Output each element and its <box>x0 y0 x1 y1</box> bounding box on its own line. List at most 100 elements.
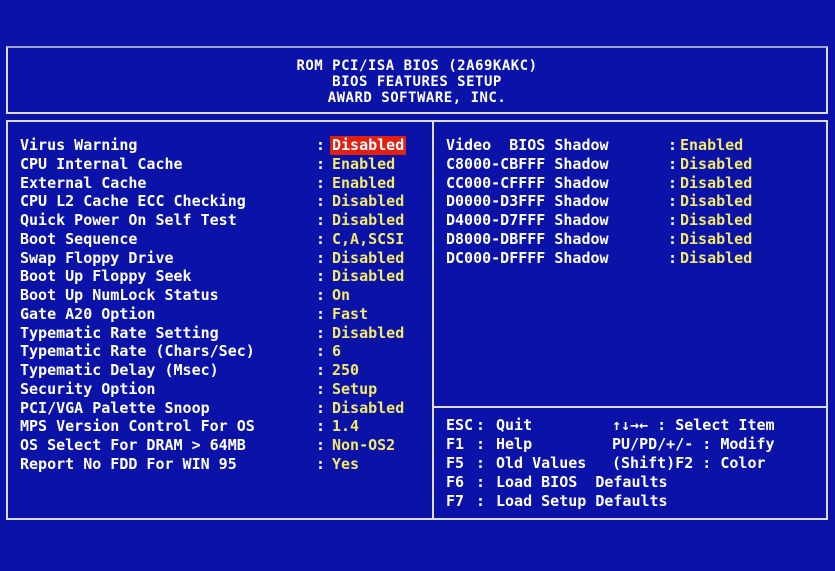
setting-label: Boot Sequence <box>20 229 138 248</box>
shadow-row[interactable]: DC000-DFFFF Shadow: Disabled <box>446 249 826 268</box>
shadow-list: Video BIOS Shadow: Enabled C8000-CBFFF Sha… <box>446 136 826 267</box>
setting-value[interactable]: Disabled <box>330 249 406 268</box>
setting-value[interactable]: Enabled <box>330 155 397 174</box>
shadow-row[interactable]: C8000-CBFFF Shadow: Disabled <box>446 155 826 174</box>
separator: : <box>316 436 326 454</box>
key-description: Quit <box>496 416 533 434</box>
setting-value[interactable]: Setup <box>330 380 379 399</box>
setting-label: Security Option <box>20 379 156 398</box>
setting-value[interactable]: Disabled <box>330 324 406 343</box>
shadow-label: D0000-D3FFF Shadow <box>446 192 609 211</box>
key-hint: PU/PD/+/- : Modify <box>612 435 775 453</box>
setting-value[interactable]: Disabled <box>330 192 406 211</box>
shadow-value[interactable]: Disabled <box>680 211 752 230</box>
setting-value[interactable]: Enabled <box>330 174 397 193</box>
setting-label: Virus Warning <box>20 136 138 154</box>
horizontal-divider <box>434 406 826 408</box>
shadow-value[interactable]: Disabled <box>680 155 752 174</box>
shadow-label: CC000-CFFFF Shadow <box>446 173 609 192</box>
setting-value[interactable]: Disabled <box>330 136 407 155</box>
separator: : <box>476 473 486 491</box>
separator: : <box>316 304 326 323</box>
key-row: F1: Help PU/PD/+/- : Modify <box>446 435 826 454</box>
separator: : <box>316 229 326 248</box>
shadow-label: D8000-DBFFF Shadow <box>446 229 609 248</box>
setting-value[interactable]: Yes <box>330 455 361 474</box>
bios-header: ROM PCI/ISA BIOS (2A69KAKC) BIOS FEATURE… <box>6 46 828 114</box>
bios-title: ROM PCI/ISA BIOS (2A69KAKC) <box>296 58 538 74</box>
key-hint: (Shift)F2 : Color <box>612 454 766 472</box>
shadow-row[interactable]: D0000-D3FFF Shadow: Disabled <box>446 192 826 211</box>
setting-label: Typematic Rate Setting <box>20 323 219 342</box>
setting-value[interactable]: On <box>330 286 352 305</box>
key-name: F6 <box>446 473 465 491</box>
key-row: F5: Old Values (Shift)F2 : Color <box>446 454 826 473</box>
key-description: Load Setup Defaults <box>496 492 668 510</box>
shadow-row[interactable]: CC000-CFFFF Shadow: Disabled <box>446 174 826 193</box>
key-description: Load BIOS Defaults <box>496 473 668 491</box>
vertical-divider <box>432 122 434 518</box>
setting-value[interactable]: Fast <box>330 305 370 324</box>
setting-label: Quick Power On Self Test <box>20 211 237 229</box>
separator: : <box>316 454 326 473</box>
separator: : <box>316 417 326 436</box>
separator: : <box>668 229 678 248</box>
setting-value[interactable]: Disabled <box>330 211 406 230</box>
setting-value[interactable]: 6 <box>330 342 343 361</box>
settings-panel: Virus Warning: Disabled CPU Internal Cache… <box>6 120 828 520</box>
key-name: F5 <box>446 454 465 472</box>
separator: : <box>668 211 678 229</box>
setting-value[interactable]: Disabled <box>330 267 406 286</box>
shadow-value[interactable]: Disabled <box>680 230 752 249</box>
separator: : <box>316 398 326 417</box>
shadow-row[interactable]: Video BIOS Shadow: Enabled <box>446 136 826 155</box>
separator: : <box>316 361 326 379</box>
separator: : <box>668 136 678 154</box>
setting-value[interactable]: 1.4 <box>330 417 361 436</box>
shadow-value[interactable]: Enabled <box>680 136 743 155</box>
shadow-row[interactable]: D4000-D7FFF Shadow: Disabled <box>446 211 826 230</box>
separator: : <box>316 173 326 192</box>
key-hint: ↑↓→← : Select Item <box>612 416 775 434</box>
shadow-value[interactable]: Disabled <box>680 174 752 193</box>
setting-value[interactable]: C,A,SCSI <box>330 230 406 249</box>
bios-screen: ROM PCI/ISA BIOS (2A69KAKC) BIOS FEATURE… <box>0 0 835 571</box>
setting-value[interactable]: Non-OS2 <box>330 436 397 455</box>
key-description: Old Values <box>496 454 587 472</box>
setting-value[interactable]: 250 <box>330 361 361 380</box>
setting-label: CPU L2 Cache ECC Checking <box>20 192 246 211</box>
shadow-value[interactable]: Disabled <box>680 249 752 268</box>
setting-label: Boot Up NumLock Status <box>20 286 219 304</box>
setting-label: Gate A20 Option <box>20 304 156 323</box>
shadow-value[interactable]: Disabled <box>680 192 752 211</box>
shadow-label: D4000-D7FFF Shadow <box>446 211 609 229</box>
setting-label: Swap Floppy Drive <box>20 248 174 267</box>
separator: : <box>668 154 678 173</box>
key-row: F6: Load BIOS Defaults <box>446 473 826 492</box>
separator: : <box>316 211 326 229</box>
setting-label: Typematic Delay (Msec) <box>20 361 219 379</box>
separator: : <box>476 492 486 510</box>
page-title: BIOS FEATURES SETUP <box>332 74 502 90</box>
separator: : <box>316 286 326 304</box>
separator: : <box>668 248 678 267</box>
vendor-name: AWARD SOFTWARE, INC. <box>327 90 507 106</box>
key-row: ESC: Quit ↑↓→← : Select Item <box>446 416 826 435</box>
separator: : <box>316 248 326 267</box>
separator: : <box>476 454 486 472</box>
key-description: Help <box>496 435 533 453</box>
key-name: ESC <box>446 416 474 434</box>
key-row: F7: Load Setup Defaults <box>446 492 826 511</box>
key-help: ESC: Quit ↑↓→← : Select Item F1: Help PU/PD/+… <box>446 416 826 511</box>
separator: : <box>668 192 678 211</box>
separator: : <box>316 267 326 286</box>
setting-label: PCI/VGA Palette Snoop <box>20 398 210 417</box>
setting-value[interactable]: Disabled <box>330 399 406 418</box>
setting-label: External Cache <box>20 173 147 192</box>
shadow-label: Video BIOS Shadow <box>446 136 609 154</box>
separator: : <box>316 192 326 211</box>
shadow-row[interactable]: D8000-DBFFF Shadow: Disabled <box>446 230 826 249</box>
key-name: F1 <box>446 435 465 453</box>
separator: : <box>316 323 326 342</box>
separator: : <box>668 173 678 192</box>
